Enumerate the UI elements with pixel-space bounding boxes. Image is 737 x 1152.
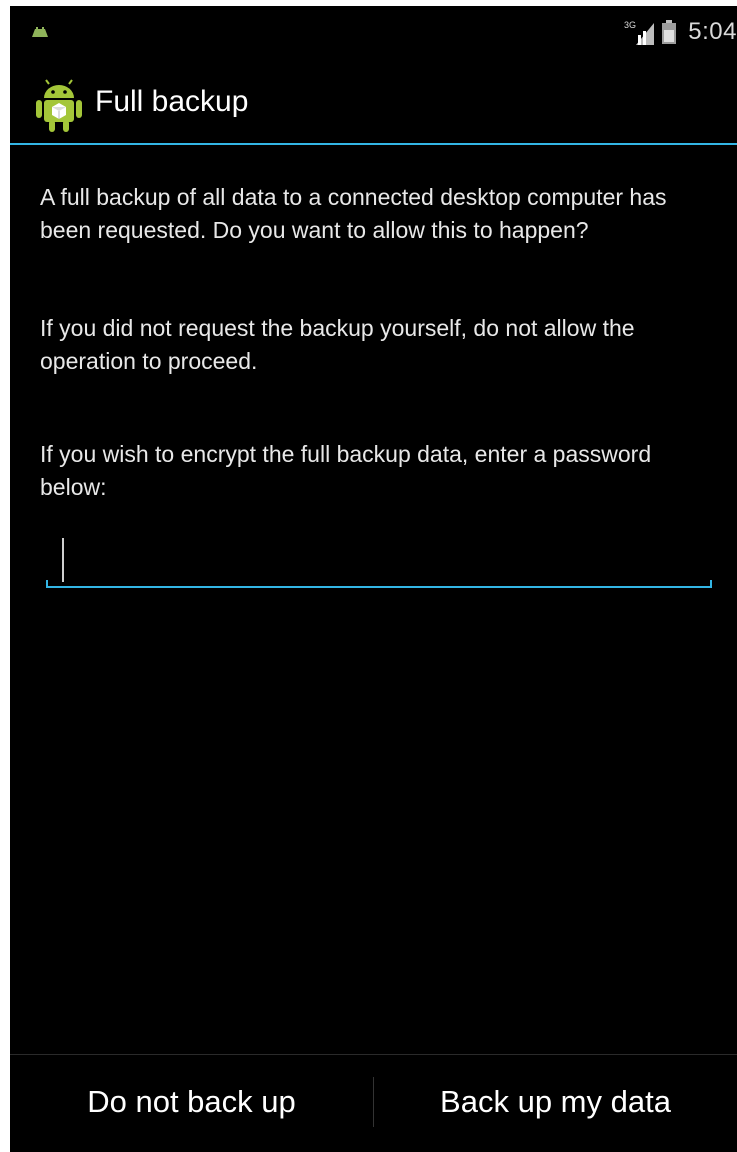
status-bar: 3G 5:04 <box>10 6 737 58</box>
text-cursor <box>62 538 64 582</box>
button-bar: Do not back up Back up my data <box>10 1054 737 1152</box>
do-not-back-up-button[interactable]: Do not back up <box>10 1055 373 1152</box>
password-field-underline <box>46 580 712 588</box>
page-title: Full backup <box>95 85 249 118</box>
signal-3g-icon: 3G <box>624 20 655 45</box>
status-clock: 5:04 <box>688 18 737 45</box>
back-up-my-data-button[interactable]: Back up my data <box>374 1055 737 1152</box>
android-notification-icon <box>32 27 48 37</box>
battery-icon <box>662 20 677 44</box>
backup-request-message: A full backup of all data to a connected… <box>40 184 667 243</box>
encrypt-password-prompt: If you wish to encrypt the full backup d… <box>40 441 652 500</box>
action-bar: Full backup <box>10 58 737 146</box>
network-type-label: 3G <box>624 20 636 30</box>
password-field[interactable] <box>46 526 712 588</box>
status-icons: 3G 5:04 <box>624 16 737 48</box>
backup-screen: 3G 5:04 Full backup A full backup of all… <box>10 6 737 1152</box>
backup-warning-message: If you did not request the backup yourse… <box>40 315 635 374</box>
android-app-icon <box>36 79 82 132</box>
password-input[interactable] <box>46 526 712 584</box>
title-divider <box>10 143 737 145</box>
